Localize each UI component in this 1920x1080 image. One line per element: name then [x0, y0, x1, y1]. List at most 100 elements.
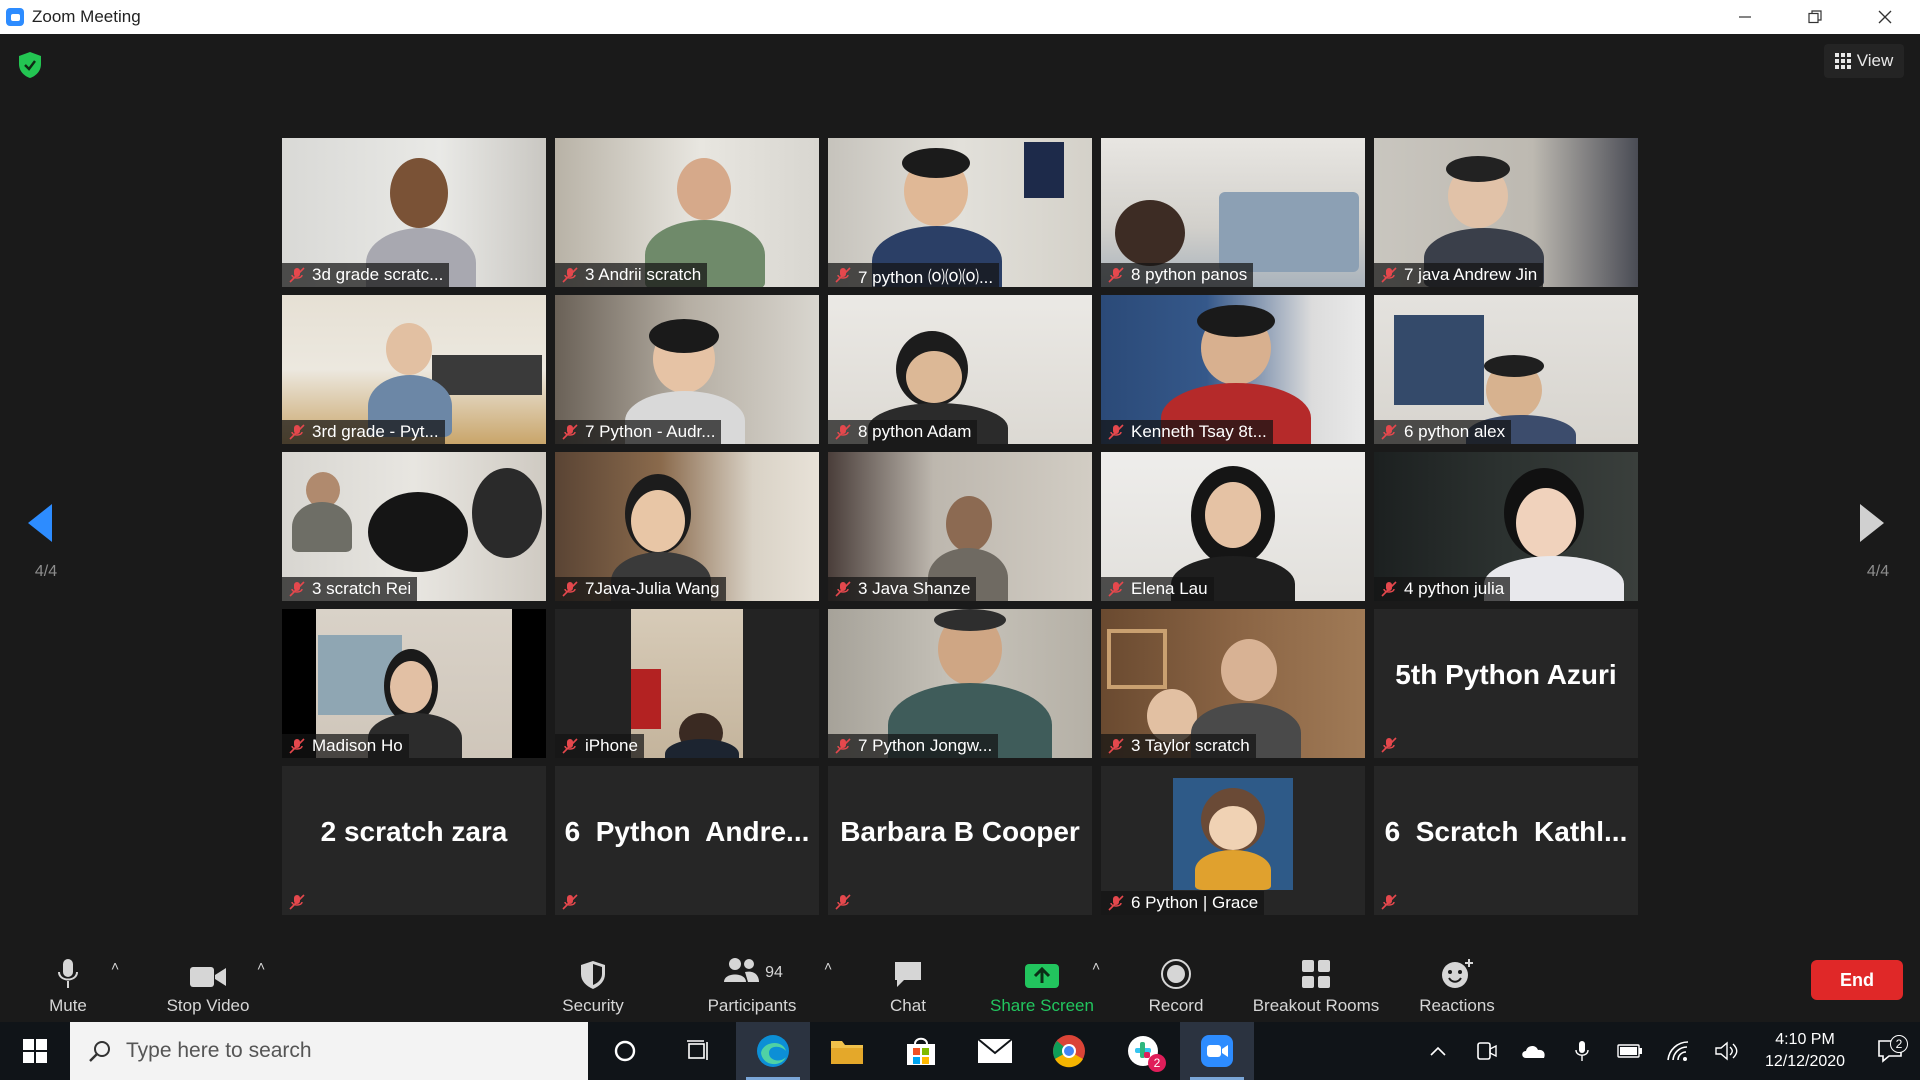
participants-button[interactable]: 94 Participants — [700, 942, 804, 1022]
participants-options-caret-icon[interactable]: ˄ — [824, 958, 832, 974]
slack-taskbar-icon[interactable]: 2 — [1106, 1022, 1180, 1080]
participant-name-label: 6 python alex — [1374, 420, 1512, 444]
participant-tile[interactable]: 3 Taylor scratch — [1101, 609, 1365, 758]
muted-mic-icon — [1381, 424, 1397, 440]
security-button[interactable]: Security — [552, 942, 634, 1022]
participant-tile[interactable]: Barbara B Cooper — [828, 766, 1092, 915]
taskbar-search-box[interactable]: Type here to search — [70, 1022, 588, 1080]
windows-logo-icon — [23, 1039, 47, 1063]
wifi-tray-icon[interactable] — [1654, 1041, 1702, 1061]
video-options-caret-icon[interactable]: ˄ — [257, 958, 265, 974]
share-options-caret-icon[interactable]: ˄ — [1092, 958, 1100, 974]
action-center-button[interactable]: 2 — [1860, 1035, 1920, 1063]
participant-tile[interactable]: 3 scratch Rei — [282, 452, 546, 601]
participant-tile[interactable]: 3 Andrii scratch — [555, 138, 819, 287]
participant-tile[interactable]: 6 Python | Grace — [1101, 766, 1365, 915]
task-view-button[interactable] — [662, 1022, 736, 1080]
minimize-icon — [1739, 16, 1751, 18]
breakout-rooms-button[interactable]: Breakout Rooms — [1246, 942, 1386, 1022]
record-icon — [1161, 959, 1191, 989]
muted-mic-icon — [1108, 895, 1124, 911]
participant-name-label: Elena Lau — [1101, 577, 1214, 601]
edge-icon — [757, 1035, 789, 1067]
stop-video-button[interactable]: Stop Video — [158, 942, 258, 1022]
mail-envelope-icon — [977, 1038, 1013, 1063]
participant-name-label: 3d grade scratc... — [282, 263, 450, 287]
participant-tile[interactable]: Elena Lau — [1101, 452, 1365, 601]
task-view-icon — [687, 1040, 708, 1060]
muted-mic-icon — [1381, 267, 1397, 283]
arrow-right-icon[interactable] — [1858, 502, 1886, 544]
volume-tray-icon[interactable] — [1702, 1041, 1750, 1061]
participant-tile[interactable]: 7 Python - Audr... — [555, 295, 819, 444]
close-button[interactable] — [1850, 0, 1920, 34]
breakout-rooms-icon — [1302, 960, 1330, 988]
participant-name-label: 4 python julia — [1374, 577, 1511, 601]
windows-taskbar: Type here to search 2 4:10 PM 12/12/2020… — [0, 1022, 1920, 1080]
minimize-button[interactable] — [1710, 0, 1780, 34]
muted-mic-icon — [835, 894, 851, 910]
participant-name-label: 3 scratch Rei — [282, 577, 418, 601]
share-screen-button[interactable]: Share Screen — [980, 942, 1104, 1022]
microsoft-store-taskbar-icon[interactable] — [884, 1022, 958, 1080]
clock-time: 4:10 PM — [1775, 1031, 1835, 1048]
meeting-area: View 4/4 4/4 3d grade scratc... 3 Andrii… — [0, 34, 1920, 942]
chrome-taskbar-icon[interactable] — [1032, 1022, 1106, 1080]
restore-button[interactable] — [1780, 0, 1850, 34]
participant-tile[interactable]: 6 Scratch Kathl... — [1374, 766, 1638, 915]
participant-tile[interactable]: 7 java Andrew Jin — [1374, 138, 1638, 287]
show-hidden-icons-button[interactable] — [1414, 1046, 1462, 1056]
muted-mic-icon — [1381, 894, 1397, 910]
participant-tile[interactable]: 4 python julia — [1374, 452, 1638, 601]
mail-taskbar-icon[interactable] — [958, 1022, 1032, 1080]
mute-button[interactable]: Mute — [36, 942, 100, 1022]
battery-tray-icon[interactable] — [1606, 1044, 1654, 1058]
next-page-nav[interactable]: 4/4 — [1858, 502, 1898, 581]
participant-tile[interactable]: 8 python Adam — [828, 295, 1092, 444]
chevron-up-icon — [1430, 1046, 1446, 1056]
system-tray: 4:10 PM 12/12/2020 2 — [1414, 1022, 1920, 1080]
taskbar-clock[interactable]: 4:10 PM 12/12/2020 — [1750, 1029, 1860, 1073]
folder-icon — [831, 1041, 863, 1064]
restore-icon — [1808, 10, 1822, 24]
slack-notification-badge: 2 — [1148, 1054, 1166, 1072]
start-button[interactable] — [0, 1022, 70, 1080]
page-indicator-right: 4/4 — [1866, 563, 1890, 580]
chat-button[interactable]: Chat — [878, 942, 938, 1022]
participant-tile[interactable]: Madison Ho — [282, 609, 546, 758]
file-explorer-taskbar-icon[interactable] — [810, 1022, 884, 1080]
meet-now-tray-icon[interactable] — [1462, 1041, 1510, 1061]
edge-browser-taskbar-icon[interactable] — [736, 1022, 810, 1080]
participant-tile[interactable]: 7 python ⒪⒪⒪... — [828, 138, 1092, 287]
muted-mic-icon — [562, 267, 578, 283]
participant-tile[interactable]: 6 python alex — [1374, 295, 1638, 444]
participant-tile[interactable]: 3rd grade - Pyt... — [282, 295, 546, 444]
end-meeting-button[interactable]: End — [1811, 960, 1903, 1000]
participant-tile[interactable]: 7Java-Julia Wang — [555, 452, 819, 601]
participant-tile[interactable]: 3 Java Shanze — [828, 452, 1092, 601]
muted-mic-icon — [835, 581, 851, 597]
audio-options-caret-icon[interactable]: ˄ — [111, 958, 119, 974]
participants-icon — [724, 958, 760, 982]
arrow-left-icon[interactable] — [26, 502, 54, 544]
participant-tile[interactable]: 8 python panos — [1101, 138, 1365, 287]
record-button[interactable]: Record — [1140, 942, 1212, 1022]
meeting-toolbar: Mute ˄ Stop Video ˄ Security 94 Particip… — [0, 942, 1920, 1022]
participant-tile[interactable]: iPhone — [555, 609, 819, 758]
zoom-taskbar-icon[interactable] — [1180, 1022, 1254, 1080]
security-shield-icon[interactable] — [17, 51, 43, 79]
participant-tile[interactable]: 2 scratch zara — [282, 766, 546, 915]
microphone-tray-icon[interactable] — [1558, 1040, 1606, 1062]
reactions-button[interactable]: Reactions — [1414, 942, 1500, 1022]
participant-tile[interactable]: Kenneth Tsay 8t... — [1101, 295, 1365, 444]
participant-tile[interactable]: 7 Python Jongw... — [828, 609, 1092, 758]
cortana-button[interactable] — [588, 1022, 662, 1080]
video-camera-icon — [190, 967, 226, 987]
page-indicator-left: 4/4 — [34, 563, 58, 580]
participant-tile[interactable]: 5th Python Azuri — [1374, 609, 1638, 758]
participant-tile[interactable]: 3d grade scratc... — [282, 138, 546, 287]
participant-tile[interactable]: 6 Python Andre... — [555, 766, 819, 915]
onedrive-tray-icon[interactable] — [1510, 1042, 1558, 1060]
view-button[interactable]: View — [1824, 44, 1904, 78]
previous-page-nav[interactable]: 4/4 — [26, 502, 66, 581]
